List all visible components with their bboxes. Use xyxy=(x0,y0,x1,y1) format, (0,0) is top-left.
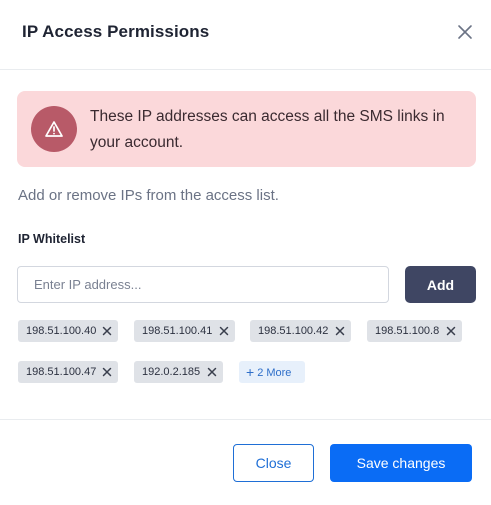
remove-ip-icon[interactable] xyxy=(219,326,229,336)
ip-chip-label: 192.0.2.185 xyxy=(142,366,201,378)
modal-title: IP Access Permissions xyxy=(22,22,210,41)
remove-ip-icon[interactable] xyxy=(446,326,456,336)
remove-ip-icon[interactable] xyxy=(335,326,345,336)
ip-chip-label: 198.51.100.8 xyxy=(375,325,440,337)
warning-icon xyxy=(31,106,77,152)
close-icon[interactable] xyxy=(455,22,475,42)
ip-chip-label: 198.51.100.42 xyxy=(258,325,329,337)
warning-alert: These IP addresses can access all the SM… xyxy=(17,91,476,167)
alert-message: These IP addresses can access all the SM… xyxy=(90,108,445,151)
ip-address-input[interactable] xyxy=(17,266,389,303)
close-button[interactable]: Close xyxy=(233,444,314,482)
ip-chip: 198.51.100.47 xyxy=(18,361,118,383)
remove-ip-icon[interactable] xyxy=(102,367,112,377)
help-text: Add or remove IPs from the access list. xyxy=(18,187,279,204)
ip-chip-label: 198.51.100.40 xyxy=(26,325,97,337)
modal-header: IP Access Permissions xyxy=(0,0,491,70)
ip-chip: 198.51.100.8 xyxy=(367,320,462,342)
save-changes-button[interactable]: Save changes xyxy=(330,444,472,482)
footer-divider xyxy=(0,419,491,420)
ip-chip: 198.51.100.42 xyxy=(250,320,351,342)
more-ips-label: 2 More xyxy=(257,367,292,379)
ip-access-modal: IP Access Permissions These IP addresses… xyxy=(0,0,491,505)
ip-whitelist-label: IP Whitelist xyxy=(18,232,86,246)
plus-icon: + xyxy=(246,364,255,380)
ip-chip: 198.51.100.40 xyxy=(18,320,118,342)
ip-chip: 192.0.2.185 xyxy=(134,361,223,383)
remove-ip-icon[interactable] xyxy=(207,367,217,377)
ip-chip-label: 198.51.100.47 xyxy=(26,366,97,378)
show-more-ips-button[interactable]: +2 More xyxy=(239,361,305,383)
ip-chip: 198.51.100.41 xyxy=(134,320,235,342)
remove-ip-icon[interactable] xyxy=(102,326,112,336)
ip-chip-label: 198.51.100.41 xyxy=(142,325,213,337)
add-ip-button[interactable]: Add xyxy=(405,266,476,303)
